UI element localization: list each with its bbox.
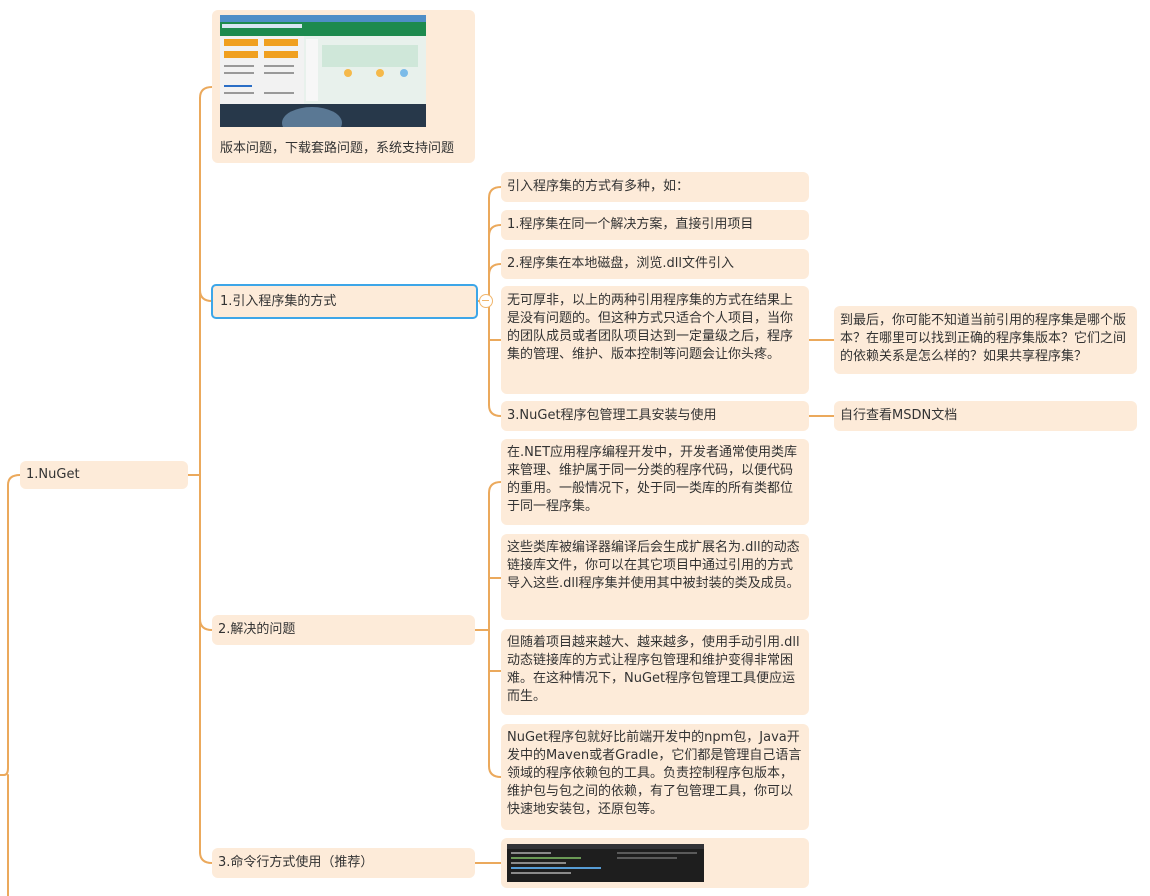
node-solve-p2-label: 这些类库被编译器编译后会生成扩展名为.dll的动态链接库文件，你可以在其它项目中… xyxy=(507,540,800,591)
node-screenshot-caption[interactable]: 版本问题，下载套路问题，系统支持问题 xyxy=(212,10,475,163)
node-solve-p3[interactable]: 但随着项目越来越大、越来越多，使用手动引用.dll动态链接库的方式让程序包管理和… xyxy=(501,629,809,715)
node-ways-title[interactable]: 1.引入程序集的方式 xyxy=(211,284,478,319)
node-solve-p3-label: 但随着项目越来越大、越来越多，使用手动引用.dll动态链接库的方式让程序包管理和… xyxy=(507,635,800,704)
collapse-toggle-icon[interactable] xyxy=(479,294,493,308)
screenshot-caption: 版本问题，下载套路问题，系统支持问题 xyxy=(220,141,455,156)
node-ways-question-label: 到最后，你可能不知道当前引用的程序集是哪个版本？在哪里可以找到正确的程序集版本？… xyxy=(840,313,1127,364)
node-cli-title[interactable]: 3.命令行方式使用（推荐） xyxy=(212,848,475,878)
node-ways-same-solution-label: 1.程序集在同一个解决方案，直接引用项目 xyxy=(507,217,754,232)
console-screenshot xyxy=(507,844,704,882)
node-nuget[interactable]: 1.NuGet xyxy=(20,461,188,489)
node-ways-local-disk[interactable]: 2.程序集在本地磁盘，浏览.dll文件引入 xyxy=(501,249,809,279)
node-solve-p2[interactable]: 这些类库被编译器编译后会生成扩展名为.dll的动态链接库文件，你可以在其它项目中… xyxy=(501,534,809,620)
node-ways-install-label: 3.NuGet程序包管理工具安装与使用 xyxy=(507,408,717,423)
node-ways-install[interactable]: 3.NuGet程序包管理工具安装与使用 xyxy=(501,401,809,431)
node-solve-p1-label: 在.NET应用程序编程开发中，开发者通常使用类库来管理、维护属于同一分类的程序代… xyxy=(507,445,798,514)
node-solve-p4[interactable]: NuGet程序包就好比前端开发中的npm包，Java开发中的Maven或者Gra… xyxy=(501,724,809,830)
node-solve-title[interactable]: 2.解决的问题 xyxy=(212,615,475,645)
node-nuget-label: 1.NuGet xyxy=(26,467,80,482)
node-ways-title-label: 1.引入程序集的方式 xyxy=(220,294,337,309)
node-ways-comment-label: 无可厚非，以上的两种引用程序集的方式在结果上是没有问题的。但这种方式只适合个人项… xyxy=(507,293,794,362)
node-solve-p1[interactable]: 在.NET应用程序编程开发中，开发者通常使用类库来管理、维护属于同一分类的程序代… xyxy=(501,439,809,525)
node-ways-comment[interactable]: 无可厚非，以上的两种引用程序集的方式在结果上是没有问题的。但这种方式只适合个人项… xyxy=(501,286,809,394)
node-ways-intro-label: 引入程序集的方式有多种，如： xyxy=(507,179,690,194)
node-cli-screenshot[interactable] xyxy=(501,838,809,888)
node-solve-p4-label: NuGet程序包就好比前端开发中的npm包，Java开发中的Maven或者Gra… xyxy=(507,730,802,817)
node-ways-same-solution[interactable]: 1.程序集在同一个解决方案，直接引用项目 xyxy=(501,210,809,240)
node-cli-title-label: 3.命令行方式使用（推荐） xyxy=(218,855,374,870)
node-ways-question[interactable]: 到最后，你可能不知道当前引用的程序集是哪个版本？在哪里可以找到正确的程序集版本？… xyxy=(834,306,1137,374)
node-solve-title-label: 2.解决的问题 xyxy=(218,622,296,637)
node-ways-msdn-label: 自行查看MSDN文档 xyxy=(840,408,958,423)
node-ways-msdn[interactable]: 自行查看MSDN文档 xyxy=(834,401,1137,431)
node-ways-local-disk-label: 2.程序集在本地磁盘，浏览.dll文件引入 xyxy=(507,256,735,271)
download-page-screenshot xyxy=(220,15,426,127)
node-ways-intro[interactable]: 引入程序集的方式有多种，如： xyxy=(501,172,809,202)
